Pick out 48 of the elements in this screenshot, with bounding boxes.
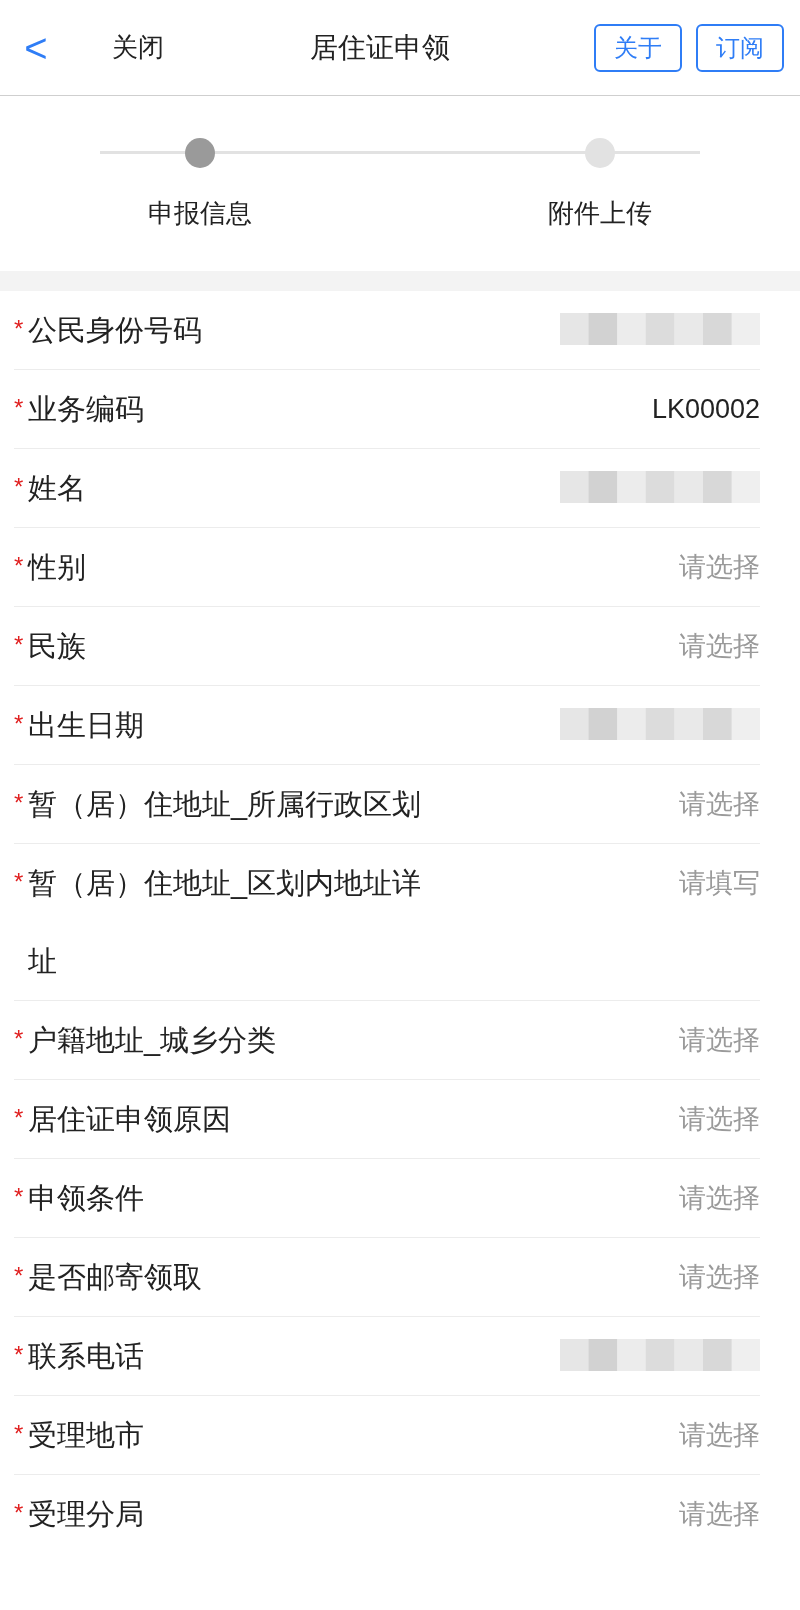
field-label: 出生日期: [28, 708, 145, 743]
close-button[interactable]: 关闭: [112, 28, 164, 67]
required-mark: *: [14, 1185, 25, 1209]
field-label: 受理地市: [28, 1418, 145, 1453]
required-mark: *: [14, 1501, 25, 1525]
field-placeholder[interactable]: 请选择: [679, 629, 760, 663]
required-mark: *: [14, 870, 25, 894]
page-title: 居住证申领: [310, 30, 450, 65]
field-placeholder[interactable]: 请选择: [679, 1023, 760, 1057]
field-label: 姓名: [28, 471, 87, 506]
field-placeholder[interactable]: 请选择: [679, 1418, 760, 1452]
required-mark: *: [14, 712, 25, 736]
required-mark: *: [14, 396, 25, 420]
field-label: 民族: [28, 629, 87, 664]
field-placeholder[interactable]: 请选择: [679, 1102, 760, 1136]
field-placeholder[interactable]: 请选择: [679, 1260, 760, 1294]
required-mark: *: [14, 554, 25, 578]
required-mark: *: [14, 1343, 25, 1367]
field-label: 居住证申领原因: [28, 1102, 232, 1137]
field-label: 申领条件: [28, 1181, 145, 1216]
field-label: 公民身份号码: [28, 313, 203, 348]
header-button[interactable]: 订阅: [696, 23, 784, 72]
required-mark: *: [14, 475, 25, 499]
field-label: 是否邮寄领取: [28, 1260, 203, 1295]
required-mark: *: [14, 1027, 25, 1051]
required-mark: *: [14, 633, 25, 657]
required-mark: *: [14, 1264, 25, 1288]
step-label: 申报信息: [148, 197, 252, 230]
field-label: 户籍地址_城乡分类: [28, 1023, 278, 1058]
field-value[interactable]: LK00002: [651, 392, 760, 426]
field-placeholder[interactable]: 请选择: [679, 550, 760, 584]
required-mark: *: [14, 1422, 25, 1446]
step-label: 附件上传: [548, 197, 652, 230]
field-label: 联系电话: [28, 1339, 145, 1374]
field-label: 暂（居）住地址_所属行政区划: [28, 787, 423, 822]
header-button[interactable]: 关于: [594, 23, 682, 72]
required-mark: *: [14, 317, 25, 341]
field-placeholder[interactable]: 请选择: [679, 787, 760, 821]
field-placeholder[interactable]: 请选择: [679, 1497, 760, 1531]
field-label: 性别: [28, 550, 87, 585]
required-mark: *: [14, 1106, 25, 1130]
field-label: 暂（居）住地址_区划内地址详址: [28, 866, 423, 979]
field-placeholder[interactable]: 请选择: [679, 1181, 760, 1215]
field-label: 业务编码: [28, 392, 145, 427]
field-label: 受理分局: [28, 1497, 145, 1532]
back-button[interactable]: <: [16, 27, 56, 68]
required-mark: *: [14, 791, 25, 815]
field-placeholder[interactable]: 请填写: [679, 866, 760, 900]
